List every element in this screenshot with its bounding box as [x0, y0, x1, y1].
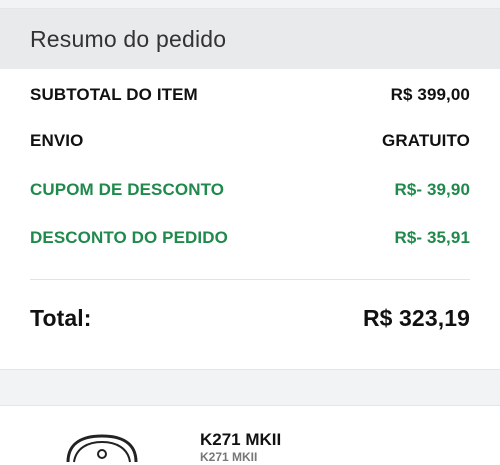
total-value: R$ 323,19	[362, 305, 470, 331]
shipping-label: ENVIO	[30, 131, 84, 150]
total-row: Total: R$ 323,19	[30, 305, 470, 332]
product-name[interactable]: K271 MKII	[200, 430, 281, 450]
order-discount-label: DESCONTO DO PEDIDO	[30, 228, 228, 247]
coupon-discount-value: R$- 39,90	[394, 180, 470, 199]
subtotal-row: SUBTOTAL DO ITEM R$ 399,00	[30, 85, 470, 105]
product-card[interactable]: K271 MKII K271 MKII	[0, 405, 500, 465]
coupon-discount-row: CUPOM DE DESCONTO R$- 39,90	[30, 180, 470, 200]
shipping-value: GRATUITO	[382, 131, 470, 150]
coupon-discount-label: CUPOM DE DESCONTO	[30, 180, 225, 199]
order-summary-header: Resumo do pedido	[0, 9, 500, 69]
product-subtitle: K271 MKII	[200, 450, 258, 464]
total-label: Total:	[30, 305, 92, 331]
order-summary-title: Resumo do pedido	[30, 25, 227, 52]
summary-divider	[30, 279, 470, 280]
headphones-icon	[66, 434, 138, 463]
shipping-row: ENVIO GRATUITO	[30, 131, 470, 151]
order-summary-card: Resumo do pedido SUBTOTAL DO ITEM R$ 399…	[0, 8, 500, 370]
order-discount-row: DESCONTO DO PEDIDO R$- 35,91	[30, 228, 470, 248]
subtotal-value: R$ 399,00	[390, 85, 470, 104]
subtotal-label: SUBTOTAL DO ITEM	[30, 85, 198, 104]
order-discount-value: R$- 35,91	[394, 228, 470, 247]
